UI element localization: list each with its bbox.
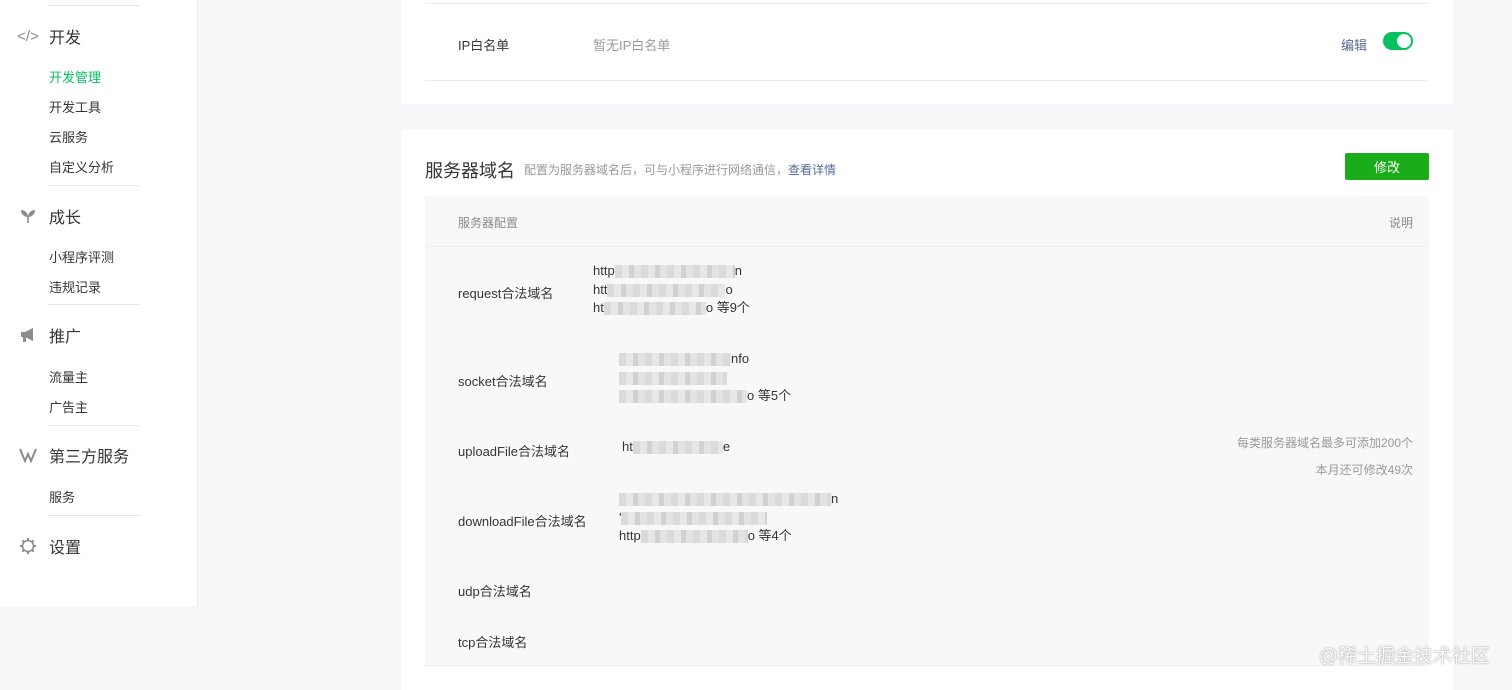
domain-count: 等5个 xyxy=(757,388,792,403)
sidebar-item-dev-management[interactable]: 开发管理 xyxy=(49,67,101,86)
code-icon: </> xyxy=(17,27,39,45)
uploadfile-domain-label: uploadFile合法域名 xyxy=(458,444,570,459)
section-description: 配置为服务器域名后，可与小程序进行网络通信，查看详情 xyxy=(524,161,836,178)
ip-whitelist-toggle[interactable] xyxy=(1383,32,1413,50)
redacted-blur xyxy=(619,390,747,404)
sidebar-group-label: 开发 xyxy=(49,30,82,47)
domain-line: ht o 等9个 xyxy=(593,299,750,318)
domain-text: e xyxy=(722,439,731,454)
socket-domain-label: socket合法域名 xyxy=(458,374,548,389)
domain-line: o 等5个 xyxy=(619,387,791,406)
domain-count: 等9个 xyxy=(716,300,750,315)
sidebar-item-traffic-owner[interactable]: 流量主 xyxy=(49,367,88,386)
sidebar-item-evaluation[interactable]: 小程序评测 xyxy=(49,247,114,266)
redacted-blur xyxy=(614,265,735,279)
domain-text: http xyxy=(619,528,641,543)
third-party-icon xyxy=(18,445,38,465)
sidebar-item-custom-analysis[interactable]: 自定义分析 xyxy=(49,157,114,176)
request-domain-list: http n htt o ht o 等9个 xyxy=(593,262,750,318)
server-domain-card: 服务器域名 配置为服务器域名后，可与小程序进行网络通信，查看详情 修改 服务器配… xyxy=(401,130,1453,690)
redacted-blur xyxy=(607,283,726,297)
section-title: 服务器域名 xyxy=(425,161,515,181)
redacted-blur xyxy=(619,493,831,507)
sidebar-divider xyxy=(48,304,140,305)
ip-whitelist-row: IP白名单 暂无IP白名单 编辑 xyxy=(425,3,1429,81)
domain-line: htt o xyxy=(593,281,750,300)
domain-text: o xyxy=(725,281,733,297)
domain-count: 等4个 xyxy=(758,528,792,543)
downloadfile-domain-label: downloadFile合法域名 xyxy=(458,514,587,529)
toggle-knob xyxy=(1397,34,1411,48)
domain-line: http n xyxy=(593,262,750,281)
domain-line: ht e xyxy=(622,438,730,457)
domain-line xyxy=(619,369,791,388)
sidebar-item-cloud-service[interactable]: 云服务 xyxy=(49,127,88,146)
uploadfile-domain-list: ht e xyxy=(622,438,730,457)
redacted-blur xyxy=(619,371,727,385)
watermark: @稀土掘金技术社区 xyxy=(1318,646,1490,667)
redacted-blur xyxy=(632,441,723,455)
megaphone-icon xyxy=(18,325,38,345)
gear-icon xyxy=(18,536,38,556)
domain-text: nfo xyxy=(731,351,750,366)
sidebar-group-develop[interactable]: </> 开发 xyxy=(17,24,82,48)
sidebar-group-settings[interactable]: 设置 xyxy=(18,534,81,558)
sidebar-group-label: 推广 xyxy=(49,329,82,346)
ip-whitelist-edit-link[interactable]: 编辑 xyxy=(1341,35,1367,54)
redacted-blur xyxy=(621,511,768,525)
sidebar-group-growth[interactable]: 成长 xyxy=(18,204,81,228)
domain-text: o xyxy=(747,528,755,543)
domain-line: http o 等4个 xyxy=(619,527,838,546)
sidebar-group-label: 第三方服务 xyxy=(49,449,130,466)
table-header: 服务器配置 说明 xyxy=(425,196,1429,247)
udp-domain-label: udp合法域名 xyxy=(458,584,532,599)
remaining-changes-note: 本月还可修改49次 xyxy=(1315,463,1413,477)
sidebar-divider xyxy=(48,185,140,186)
header-description: 说明 xyxy=(1388,216,1413,230)
redacted-blur xyxy=(619,353,731,367)
domain-limit-note: 每类服务器域名最多可添加200个 xyxy=(1236,436,1413,450)
sidebar-group-label: 成长 xyxy=(49,210,82,227)
domain-line: nfo xyxy=(619,350,791,369)
server-config-table: 服务器配置 说明 request合法域名 http n htt o ht o 等9个 … xyxy=(425,196,1429,666)
domain-text: n xyxy=(831,491,839,506)
sidebar-divider xyxy=(48,425,140,426)
request-domain-label: request合法域名 xyxy=(458,286,554,301)
header-server-config: 服务器配置 xyxy=(458,216,519,230)
domain-text: ht xyxy=(622,439,633,454)
sidebar-group-third-party[interactable]: 第三方服务 xyxy=(18,443,129,467)
sidebar-divider xyxy=(48,5,140,6)
downloadfile-domain-list: n ' http o 等4个 xyxy=(619,490,838,546)
redacted-blur xyxy=(640,530,748,544)
domain-text: htt xyxy=(593,281,608,297)
redacted-blur xyxy=(603,302,706,316)
domain-line: ' xyxy=(619,509,838,528)
sidebar-item-violations[interactable]: 违规记录 xyxy=(49,277,101,296)
socket-domain-list: nfo o 等5个 xyxy=(619,350,791,406)
domain-line: n xyxy=(619,490,838,509)
ip-whitelist-card: IP白名单 暂无IP白名单 编辑 xyxy=(401,0,1453,104)
sidebar-group-label: 设置 xyxy=(49,540,82,557)
ip-whitelist-label: IP白名单 xyxy=(458,38,510,53)
domain-text: http xyxy=(593,263,615,278)
sidebar-group-promotion[interactable]: 推广 xyxy=(18,323,81,347)
sidebar-item-service[interactable]: 服务 xyxy=(49,487,75,506)
domain-text: o xyxy=(705,300,714,315)
view-details-link[interactable]: 查看详情 xyxy=(788,163,836,177)
sidebar: </> 开发 开发管理 开发工具 云服务 自定义分析 成长 小程序评测 违规记录… xyxy=(0,0,198,606)
sidebar-item-advertiser[interactable]: 广告主 xyxy=(49,397,88,416)
modify-button[interactable]: 修改 xyxy=(1345,153,1429,180)
sidebar-divider xyxy=(48,515,140,516)
sidebar-item-dev-tools[interactable]: 开发工具 xyxy=(49,97,101,116)
tcp-domain-label: tcp合法域名 xyxy=(458,635,528,650)
domain-text: o xyxy=(747,388,755,403)
domain-text: n xyxy=(734,263,742,278)
domain-text: ht xyxy=(593,300,604,315)
description-text: 配置为服务器域名后，可与小程序进行网络通信， xyxy=(524,163,789,177)
ip-whitelist-value: 暂无IP白名单 xyxy=(593,38,671,53)
sprout-icon xyxy=(18,206,38,226)
